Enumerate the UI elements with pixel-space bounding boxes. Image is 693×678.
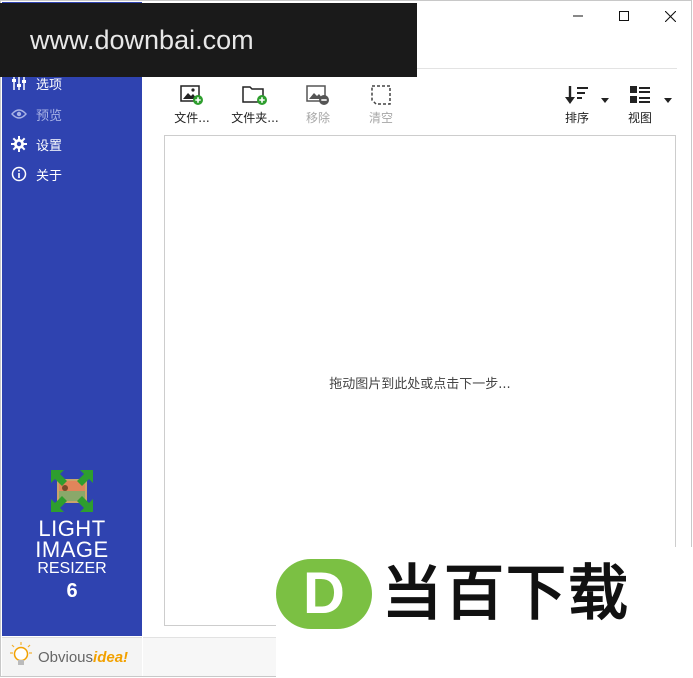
sort-icon	[564, 83, 590, 107]
logo-text-image: IMAGE	[35, 537, 109, 562]
drop-hint: 拖动图片到此处或点击下一步...	[329, 377, 511, 392]
view-button[interactable]: 视图	[615, 83, 665, 127]
app-logo: LIGHT IMAGE RESIZER 6	[2, 470, 142, 604]
toolbar-label: 视图	[627, 111, 652, 125]
clear-icon	[368, 83, 394, 107]
sidebar-item-label: 设置	[36, 138, 63, 154]
info-icon	[10, 165, 28, 183]
watermark-d-badge: D	[276, 559, 372, 629]
remove-button[interactable]: 移除	[293, 83, 343, 127]
view-dropdown-icon[interactable]	[664, 98, 672, 103]
minimize-icon	[573, 15, 583, 17]
remove-image-icon	[305, 83, 331, 107]
sidebar: 选项 预览 设置 关于 LIGHT IMAGE RESIZER 6	[2, 2, 142, 636]
watermark-banner: www.downbai.com	[0, 3, 417, 77]
sidebar-item-label: 预览	[36, 108, 63, 124]
clear-button[interactable]: 清空	[356, 83, 406, 127]
watermark-text: 当百下载	[382, 559, 630, 629]
watermark-logo: D 当百下载	[276, 547, 693, 678]
watermark-url: www.downbai.com	[30, 24, 254, 55]
logo-version: 6	[66, 580, 78, 602]
view-list-icon	[627, 83, 653, 107]
resize-arrows-icon	[51, 470, 93, 512]
lightbulb-icon	[10, 642, 32, 673]
close-icon	[664, 10, 676, 22]
brand-part-obvious: Obvious	[38, 649, 94, 666]
toolbar-label: 排序	[564, 111, 589, 125]
logo-text-resizer: RESIZER	[37, 560, 107, 577]
add-files-button[interactable]: 文件...	[167, 83, 217, 127]
add-folder-button[interactable]: 文件夹...	[230, 83, 280, 127]
toolbar-label: 移除	[305, 111, 330, 125]
minimize-button[interactable]	[555, 5, 601, 27]
sidebar-item-about[interactable]: 关于	[10, 163, 62, 185]
add-image-icon	[179, 83, 205, 107]
eye-icon	[10, 105, 28, 123]
sort-dropdown-icon[interactable]	[601, 98, 609, 103]
sidebar-item-settings[interactable]: 设置	[10, 133, 62, 155]
maximize-button[interactable]	[601, 5, 647, 27]
logo-text-light: LIGHT	[38, 516, 106, 541]
sidebar-item-preview[interactable]: 预览	[10, 103, 62, 125]
sidebar-item-label: 关于	[36, 168, 63, 184]
close-button[interactable]	[647, 5, 691, 27]
obviousidea-link[interactable]: Obviousidea!	[2, 637, 142, 676]
toolbar-label: 文件夹...	[231, 111, 279, 125]
toolbar-label: 清空	[368, 111, 393, 125]
gear-icon	[10, 135, 28, 153]
brand-text: Obviousidea!	[38, 649, 128, 666]
toolbar-label: 文件...	[174, 111, 210, 125]
add-folder-icon	[242, 83, 268, 107]
sort-button[interactable]: 排序	[552, 83, 602, 127]
brand-part-idea: idea!	[93, 649, 129, 666]
watermark-d-letter: D	[303, 561, 345, 626]
maximize-icon	[619, 11, 629, 21]
